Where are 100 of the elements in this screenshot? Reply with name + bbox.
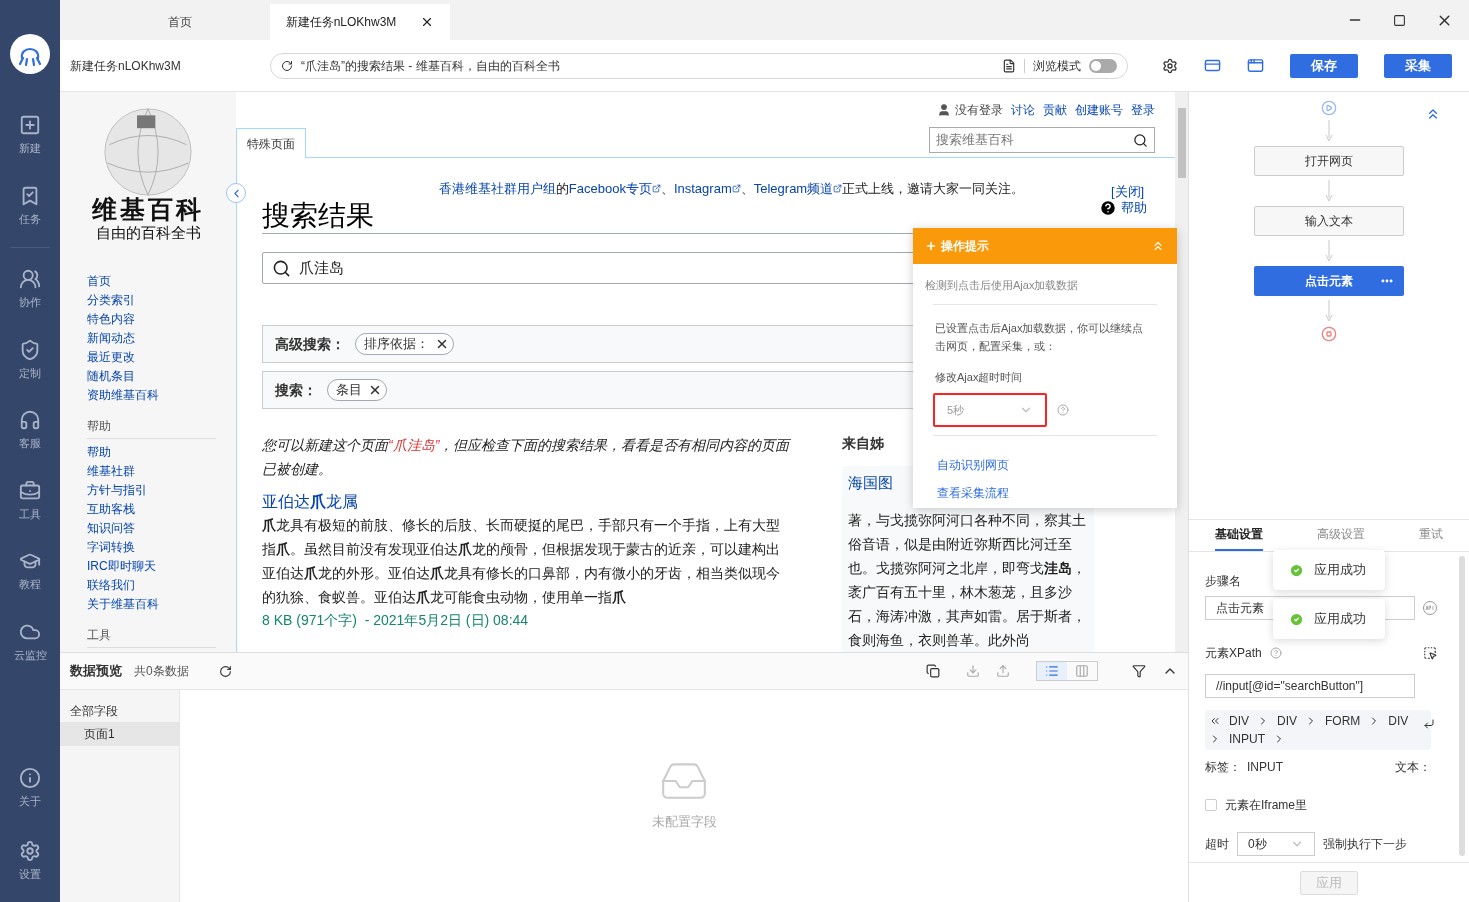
maximize-icon[interactable] <box>1393 13 1406 27</box>
rail-label[interactable]: 任务 <box>19 210 41 227</box>
settings-tab[interactable]: 重试 <box>1419 525 1443 551</box>
rail-label[interactable]: 新建 <box>19 140 41 157</box>
nav-link[interactable]: 首页 <box>87 272 216 291</box>
success-toast: 应用成功 <box>1273 550 1385 590</box>
flow-step[interactable]: 输入文本 <box>1254 206 1404 236</box>
path-node[interactable]: FORM <box>1325 712 1361 730</box>
user-link[interactable]: 登录 <box>1131 101 1155 119</box>
connector-arrow <box>1325 120 1333 142</box>
search-icon[interactable] <box>1133 132 1148 148</box>
headset-icon[interactable] <box>19 409 41 431</box>
action-button[interactable]: 保存 <box>1290 53 1358 78</box>
nav-link[interactable]: 字词转换 <box>87 538 216 557</box>
rail-label[interactable]: 设置 <box>19 865 41 882</box>
card-icon[interactable] <box>1204 57 1221 74</box>
wiki-logo-subtitle[interactable]: 自由的百科全书 <box>95 224 201 242</box>
success-toast: 应用成功 <box>1273 599 1385 639</box>
remove-icon[interactable] <box>435 337 449 351</box>
banner-link[interactable]: Facebook专页 <box>568 181 661 196</box>
rail-label[interactable]: 客服 <box>19 435 41 452</box>
xpath-field[interactable]: //input[@id="searchButton"] <box>1205 674 1415 698</box>
user-link[interactable]: 创建账号 <box>1075 101 1123 119</box>
nav-link[interactable]: 互助客栈 <box>87 500 216 519</box>
all-fields-item[interactable]: 全部字段 <box>60 700 179 722</box>
nav-link[interactable]: 联络我们 <box>87 576 216 595</box>
path-node[interactable]: DIV <box>1277 712 1298 730</box>
nav-link[interactable]: 维基社群 <box>87 462 216 481</box>
rail-label[interactable]: 协作 <box>19 294 41 311</box>
settings-tab[interactable]: 基础设置 <box>1215 525 1263 551</box>
rail-label[interactable]: 云监控 <box>13 646 47 663</box>
nav-link[interactable]: 方针与指引 <box>87 481 216 500</box>
nav-heading: 工具 <box>87 626 216 648</box>
scrollbar[interactable] <box>1175 92 1188 652</box>
plus-square-icon[interactable] <box>19 114 41 136</box>
user-link[interactable]: 贡献 <box>1043 101 1067 119</box>
rail-label[interactable]: 定制 <box>19 364 41 381</box>
info-icon[interactable] <box>19 767 41 789</box>
page-tab[interactable]: 特殊页面 <box>236 128 306 158</box>
browse-mode-switch[interactable] <box>1089 58 1117 73</box>
action-button[interactable]: 采集 <box>1384 53 1452 78</box>
browser-tab[interactable]: 首页 <box>90 4 270 40</box>
path-node[interactable]: DIV <box>1388 712 1409 730</box>
timeout-select[interactable]: 0秒 <box>1237 832 1315 856</box>
nav-link[interactable]: 特色内容 <box>87 310 216 329</box>
rail-label[interactable]: 工具 <box>19 505 41 522</box>
nav-link[interactable]: 帮助 <box>87 443 216 462</box>
rail-label[interactable]: 关于 <box>19 793 41 810</box>
back-icon[interactable] <box>1209 715 1221 727</box>
nav-link[interactable]: 资助维基百科 <box>87 386 216 405</box>
collapse-button[interactable] <box>226 183 246 203</box>
window-icon[interactable] <box>1247 57 1264 74</box>
rail-label[interactable]: 教程 <box>19 576 41 593</box>
flow-step[interactable]: 点击元素 <box>1254 266 1404 296</box>
filter-icon[interactable] <box>1132 664 1146 678</box>
path-node[interactable]: DIV <box>1229 712 1249 730</box>
settings-icon[interactable] <box>1162 57 1178 74</box>
logo-icon[interactable] <box>10 34 50 74</box>
nav-link[interactable]: 分类索引 <box>87 291 216 310</box>
login-status: 没有登录 <box>955 102 1003 119</box>
tip-link[interactable]: 自动识别网页 <box>937 456 1153 474</box>
settings-tab[interactable]: 高级设置 <box>1317 525 1365 551</box>
page-item[interactable]: 页面1 <box>60 722 179 746</box>
sister-heading: 来自姊 <box>842 434 885 453</box>
flow-step[interactable]: 打开网页 <box>1254 146 1404 176</box>
toolbox-icon[interactable] <box>19 479 41 502</box>
list-view-icon[interactable] <box>1037 662 1067 680</box>
force-next-label: 强制执行下一步 <box>1323 836 1407 853</box>
user-link[interactable]: 讨论 <box>1011 101 1035 119</box>
shield-check-icon[interactable] <box>19 338 41 361</box>
nav-link[interactable]: 随机条目 <box>87 367 216 386</box>
document-icon[interactable] <box>1002 58 1016 73</box>
filter-chip[interactable]: 排序依据： <box>355 333 454 355</box>
nav-link[interactable]: 最近更改 <box>87 348 216 367</box>
copy-icon[interactable] <box>926 664 940 678</box>
create-page-link[interactable]: “爪洼岛” <box>388 437 440 453</box>
banner-link[interactable]: Telegram频道 <box>753 181 843 196</box>
wiki-logo-title[interactable]: 维基百科 <box>92 196 204 224</box>
result-title-link[interactable]: 亚伯达爪龙属 <box>262 491 802 513</box>
reload-icon[interactable] <box>281 59 293 72</box>
wiki-search-field[interactable]: 搜索维基百科 <box>929 127 1155 153</box>
tip-link[interactable]: 查看采集流程 <box>937 484 1153 502</box>
api-icon[interactable] <box>1423 601 1437 615</box>
filter-chip[interactable]: 条目 <box>327 379 387 401</box>
iframe-checkbox[interactable] <box>1205 799 1217 811</box>
nav-link[interactable]: 新闻动态 <box>87 329 216 348</box>
preview-title: 数据预览 <box>70 662 122 681</box>
path-node[interactable]: INPUT <box>1229 730 1265 748</box>
nav-link[interactable]: IRC即时聊天 <box>87 557 216 576</box>
browser-tab[interactable]: 新建任务nLOKhw3M <box>270 4 450 40</box>
pointer-select-icon[interactable] <box>1423 646 1437 660</box>
nav-link[interactable]: 关于维基百科 <box>87 595 216 614</box>
remove-icon[interactable] <box>368 383 382 397</box>
refresh-icon[interactable] <box>218 664 232 678</box>
nav-link[interactable]: 知识问答 <box>87 519 216 538</box>
connector-arrow <box>1325 240 1333 262</box>
people-icon[interactable] <box>19 268 41 290</box>
banner-link[interactable]: 香港维基社群用户组 <box>438 181 556 196</box>
return-icon[interactable] <box>1423 718 1435 730</box>
banner-link[interactable]: Instagram <box>673 181 741 196</box>
